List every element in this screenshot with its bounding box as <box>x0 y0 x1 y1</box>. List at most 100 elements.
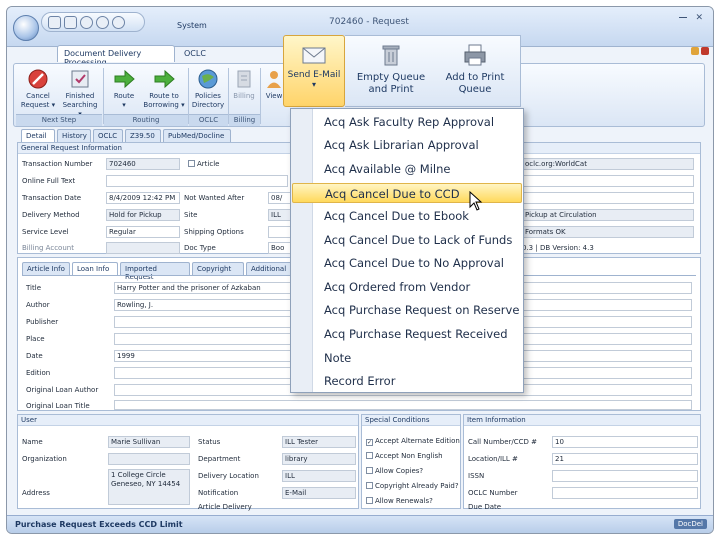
menu-item-acq-ordered-from-vendor[interactable]: Acq Ordered from Vendor <box>292 277 522 297</box>
group-label-oclc: OCLC <box>189 114 228 126</box>
user-panel: User Name Marie Sullivan Organization Ad… <box>17 414 359 511</box>
finished-searching-icon <box>69 68 91 90</box>
menu-item-acq-purchase-request-received[interactable]: Acq Purchase Request Received <box>292 324 522 344</box>
cancel-icon <box>27 68 49 90</box>
right-field-2[interactable] <box>522 175 694 187</box>
tab-z3950[interactable]: Z39.50 <box>125 129 161 142</box>
special-conditions-panel: Special Conditions ✓ Accept Alternate Edi… <box>361 414 461 509</box>
tab-detail[interactable]: Detail <box>21 129 55 142</box>
save-icon[interactable] <box>64 16 77 29</box>
tab-additional[interactable]: Additional <box>246 262 292 275</box>
checkbox-icon <box>366 497 373 504</box>
allow-renewals-checkbox[interactable]: Allow Renewals? <box>366 497 433 505</box>
billing-icon <box>233 68 255 90</box>
menu-item-acq-available-milne[interactable]: Acq Available @ Milne <box>292 159 522 179</box>
right-field-3[interactable] <box>522 192 694 204</box>
copyright-already-paid-checkbox[interactable]: Copyright Already Paid? <box>366 482 459 490</box>
online-full-text-field[interactable] <box>106 175 288 187</box>
forward-icon[interactable] <box>96 16 109 29</box>
send-email-dropdown-menu: Acq Ask Faculty Rep Approval Acq Ask Lib… <box>290 108 524 393</box>
source-value: oclc.org:WorldCat <box>522 158 694 170</box>
mouse-cursor-icon <box>469 191 483 211</box>
oclc-number-field[interactable] <box>552 487 698 499</box>
checkbox-icon <box>366 482 373 489</box>
menu-item-note[interactable]: Note <box>292 348 522 368</box>
menu-item-acq-cancel-due-to-ebook[interactable]: Acq Cancel Due to Ebook <box>292 206 522 226</box>
delivery-location-label: Delivery Location <box>198 472 259 480</box>
tab-article-info[interactable]: Article Info <box>22 262 70 275</box>
billing-button[interactable]: Billing <box>230 68 258 101</box>
exit-button-icon[interactable] <box>701 47 709 55</box>
tab-copyright[interactable]: Copyright <box>192 262 244 275</box>
call-number-field[interactable]: 10 <box>552 436 698 448</box>
service-level-select[interactable]: Regular <box>106 226 180 238</box>
panel-header: Special Conditions <box>362 415 460 426</box>
group-separator <box>260 68 261 124</box>
menu-item-record-error[interactable]: Record Error <box>292 371 522 391</box>
tab-loan-info[interactable]: Loan Info <box>72 262 118 275</box>
close-icon[interactable]: ✕ <box>695 13 703 23</box>
trash-icon <box>378 42 404 68</box>
doc-type-select[interactable]: Boo <box>268 242 292 254</box>
back-icon[interactable] <box>80 16 93 29</box>
location-label: Location/ILL # <box>468 455 518 463</box>
help-icon[interactable] <box>112 16 125 29</box>
edition-label: Edition <box>26 369 51 377</box>
menu-item-acq-cancel-due-to-ccd[interactable]: Acq Cancel Due to CCD <box>292 183 522 203</box>
original-loan-title-label: Original Loan Title <box>26 402 90 410</box>
status-label: Status <box>198 438 221 446</box>
tab-document-delivery-processing[interactable]: Document Delivery Processing <box>57 45 175 67</box>
site-label: Site <box>184 211 198 219</box>
help-button-icon[interactable] <box>691 47 699 55</box>
transaction-date-field[interactable]: 8/4/2009 12:42 PM <box>106 192 180 204</box>
date-label: Date <box>26 352 43 360</box>
accept-alternate-edition-checkbox[interactable]: ✓ Accept Alternate Edition <box>366 437 460 446</box>
tab-oclc-detail[interactable]: OCLC <box>93 129 123 142</box>
route-to-borrowing-button[interactable]: Route to Borrowing ▾ <box>142 68 186 110</box>
refresh-icon[interactable] <box>48 16 61 29</box>
person-icon <box>263 68 285 90</box>
accept-non-english-checkbox[interactable]: Accept Non English <box>366 452 443 460</box>
add-to-print-queue-button[interactable]: Add to Print Queue <box>435 42 515 96</box>
application-orb-button[interactable] <box>13 15 39 41</box>
system-tab[interactable]: System <box>177 21 207 30</box>
billing-account-select[interactable] <box>106 242 180 254</box>
tab-history[interactable]: History <box>57 129 91 142</box>
print-ribbon-group: Empty Queue and Print Add to Print Queue <box>345 35 521 107</box>
menu-item-acq-cancel-due-to-no-approval[interactable]: Acq Cancel Due to No Approval <box>292 253 522 273</box>
not-wanted-after-field[interactable]: 08/ <box>268 192 292 204</box>
application-window: System 702460 - Request ✕ Document Deliv… <box>6 6 714 534</box>
location-field[interactable]: 21 <box>552 453 698 465</box>
policies-directory-button[interactable]: Policies Directory <box>190 68 226 110</box>
cancel-request-button[interactable]: Cancel Request ▾ <box>18 68 58 110</box>
article-checkbox[interactable]: Article <box>188 160 219 168</box>
finished-searching-button[interactable]: Finished Searching ▾ <box>60 68 100 119</box>
status-message: Purchase Request Exceeds CCD Limit <box>15 520 183 529</box>
send-email-button[interactable]: Send E-Mail ▾ <box>283 35 345 107</box>
doc-type-label: Doc Type <box>184 244 216 252</box>
service-level-label: Service Level <box>22 228 69 236</box>
delivery-location-value: ILL <box>282 470 356 482</box>
menu-item-acq-ask-faculty-rep-approval[interactable]: Acq Ask Faculty Rep Approval <box>292 112 522 132</box>
route-button[interactable]: Route ▾ <box>106 68 142 110</box>
menu-item-acq-purchase-request-on-reserve[interactable]: Acq Purchase Request on Reserve <box>292 300 522 320</box>
menu-item-acq-ask-librarian-approval[interactable]: Acq Ask Librarian Approval <box>292 135 522 155</box>
original-loan-title-field[interactable] <box>114 400 692 410</box>
tab-pubmed-docline[interactable]: PubMed/Docline <box>163 129 231 142</box>
tab-imported-request[interactable]: Imported Request <box>120 262 190 281</box>
shipping-options-select[interactable] <box>268 226 292 238</box>
issn-field[interactable] <box>552 470 698 482</box>
status-value: ILL Tester <box>282 436 356 448</box>
allow-copies-checkbox[interactable]: Allow Copies? <box>366 467 423 475</box>
printer-icon <box>462 42 488 68</box>
empty-queue-and-print-button[interactable]: Empty Queue and Print <box>351 42 431 96</box>
notification-value: E-Mail <box>282 487 356 499</box>
menu-item-acq-cancel-due-to-lack-of-funds[interactable]: Acq Cancel Due to Lack of Funds <box>292 230 522 250</box>
tab-oclc[interactable]: OCLC <box>177 45 217 62</box>
online-full-text-label: Online Full Text <box>22 177 76 185</box>
status-bar: Purchase Request Exceeds CCD Limit DocDe… <box>7 515 713 533</box>
organization-label: Organization <box>22 455 67 463</box>
minimize-icon[interactable] <box>679 17 687 18</box>
checkbox-icon <box>188 160 195 167</box>
item-information-panel: Item Information Call Number/CCD # 10 Lo… <box>463 414 701 511</box>
